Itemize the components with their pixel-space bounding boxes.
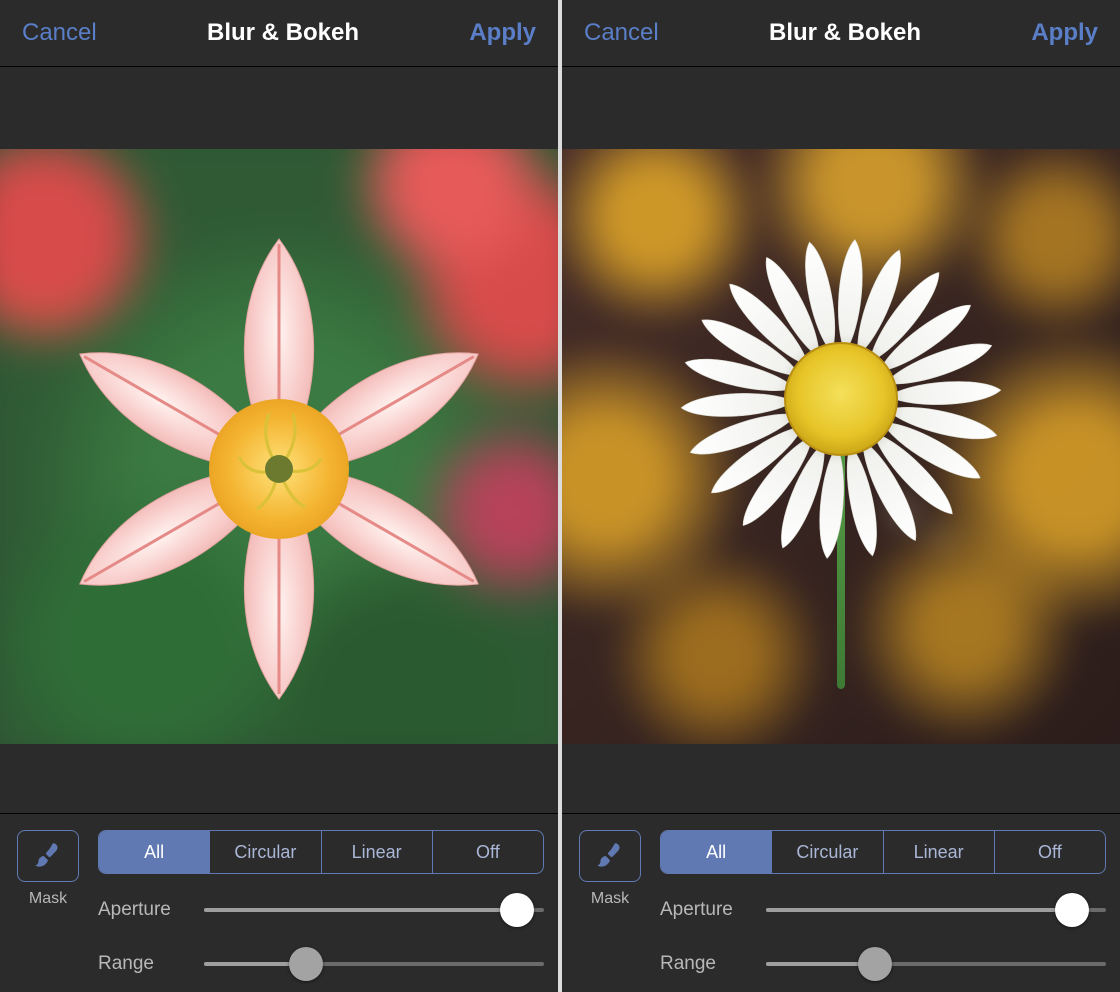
segment-all[interactable]: All xyxy=(99,831,209,873)
segment-linear[interactable]: Linear xyxy=(883,831,994,873)
mask-button[interactable] xyxy=(17,830,79,882)
aperture-label: Aperture xyxy=(98,899,188,921)
segment-circular[interactable]: Circular xyxy=(209,831,320,873)
image-preview[interactable] xyxy=(0,149,558,744)
apply-button[interactable]: Apply xyxy=(1031,19,1098,47)
page-title: Blur & Bokeh xyxy=(207,19,359,47)
editor-screen-left: Cancel Blur & Bokeh Apply xyxy=(0,0,558,992)
flower-daisy xyxy=(661,219,1021,579)
segment-off[interactable]: Off xyxy=(432,831,543,873)
flower-tulip xyxy=(49,209,509,709)
segment-all[interactable]: All xyxy=(661,831,771,873)
page-title: Blur & Bokeh xyxy=(769,19,921,47)
header: Cancel Blur & Bokeh Apply xyxy=(0,0,558,67)
aperture-slider[interactable] xyxy=(766,892,1106,928)
image-preview[interactable] xyxy=(562,149,1120,744)
cancel-button[interactable]: Cancel xyxy=(584,19,659,47)
brush-icon xyxy=(31,839,65,873)
mask-label: Mask xyxy=(591,890,629,908)
range-label: Range xyxy=(98,953,188,975)
editor-screen-right: Cancel Blur & Bokeh Apply xyxy=(562,0,1120,992)
focus-mode-segmented[interactable]: All Circular Linear Off xyxy=(98,830,544,874)
controls-panel: Mask All Circular Linear Off Aperture xyxy=(562,813,1120,992)
controls-panel: Mask All Circular Linear Off Aperture xyxy=(0,813,558,992)
aperture-slider[interactable] xyxy=(204,892,544,928)
focus-mode-segmented[interactable]: All Circular Linear Off xyxy=(660,830,1106,874)
brush-icon xyxy=(593,839,627,873)
segment-circular[interactable]: Circular xyxy=(771,831,882,873)
range-label: Range xyxy=(660,953,750,975)
mask-label: Mask xyxy=(29,890,67,908)
header: Cancel Blur & Bokeh Apply xyxy=(562,0,1120,67)
range-slider[interactable] xyxy=(766,946,1106,982)
cancel-button[interactable]: Cancel xyxy=(22,19,97,47)
mask-button[interactable] xyxy=(579,830,641,882)
apply-button[interactable]: Apply xyxy=(469,19,536,47)
segment-linear[interactable]: Linear xyxy=(321,831,432,873)
range-slider[interactable] xyxy=(204,946,544,982)
aperture-label: Aperture xyxy=(660,899,750,921)
segment-off[interactable]: Off xyxy=(994,831,1105,873)
